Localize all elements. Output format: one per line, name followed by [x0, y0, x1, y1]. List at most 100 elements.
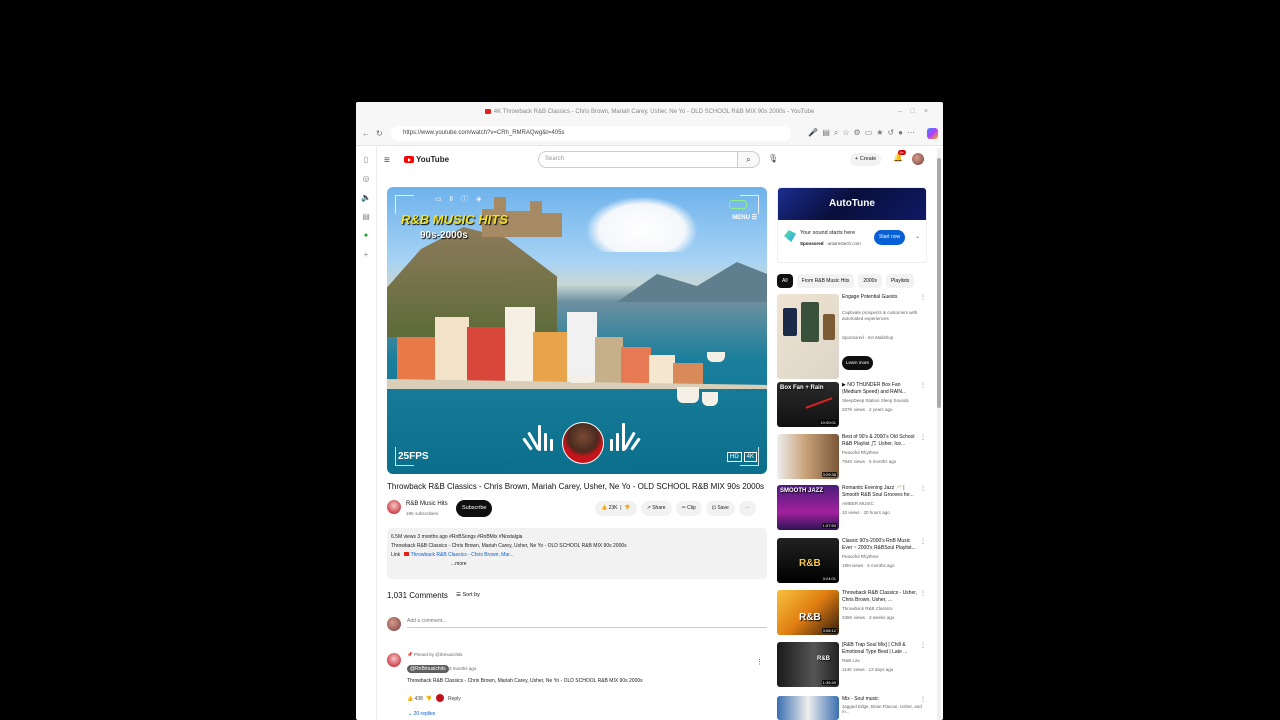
comment-avatar[interactable]: [387, 653, 401, 667]
video-player[interactable]: ▭Ⅱⓘ◈ R&B MUSIC HITS 90s-2000s MENU ☰ 25F…: [387, 187, 767, 474]
collections-icon[interactable]: ▤: [356, 212, 376, 221]
ad-banner[interactable]: AutoTune: [778, 188, 926, 220]
like-button[interactable]: 👍 23K | 👎: [595, 501, 637, 516]
dislike-icon[interactable]: 👎: [624, 505, 630, 511]
description-link[interactable]: Throwback R&B Classics - Chris Brown, Ma…: [411, 552, 514, 558]
rec-title[interactable]: Romantic Evening Jazz 🥂 | Smooth R&B Sou…: [842, 485, 920, 499]
rec-more-icon[interactable]: ⋮: [920, 696, 926, 703]
scrollbar[interactable]: [937, 148, 941, 720]
info-icon[interactable]: ⓘ: [461, 196, 476, 203]
pause-icon[interactable]: Ⅱ: [450, 196, 461, 203]
rec-thumbnail[interactable]: R&B 3:24:01: [777, 538, 839, 583]
chip-all[interactable]: All: [777, 274, 793, 288]
favorite-icon[interactable]: ☆: [842, 128, 853, 137]
sponsored-thumbnail[interactable]: [777, 294, 839, 379]
rec-title[interactable]: Best of 90's & 2000's Old School R&B Pla…: [842, 434, 920, 448]
rec-channel[interactable]: SleepDeep Station Sleep Sounds: [842, 398, 909, 403]
rec-more-icon[interactable]: ⋮: [920, 538, 926, 545]
frame-icon[interactable]: ▭: [435, 196, 450, 203]
read-aloud-icon[interactable]: 🎤: [808, 128, 822, 137]
clip-button[interactable]: ✂ Clip: [675, 501, 702, 516]
split-icon[interactable]: ▭: [865, 128, 877, 137]
tools-icon[interactable]: ✦: [356, 231, 376, 240]
ad-chevron-icon[interactable]: ⌄: [915, 233, 920, 240]
rec-thumbnail[interactable]: R&B 1:39:49: [777, 642, 839, 687]
comment-more-icon[interactable]: ⋮: [756, 658, 763, 666]
list-item[interactable]: 3:29:38 Best of 90's & 2000's Old School…: [777, 434, 927, 480]
rec-channel[interactable]: Jagged Edge, Brian Flavour, Usher, and m…: [842, 704, 927, 714]
url-field[interactable]: https://www.youtube.com/watch?v=CRh_RMRA…: [391, 126, 791, 141]
search-input[interactable]: Search: [538, 151, 738, 168]
rec-channel[interactable]: Peaceful Rhythms: [842, 450, 879, 455]
more-link[interactable]: ...more: [451, 561, 467, 567]
chip-playlists[interactable]: Playlists: [885, 274, 915, 288]
back-icon[interactable]: ←: [362, 129, 376, 138]
list-item[interactable]: R&B 1:39:49 [R&B Trap Soul Mix] | Chill …: [777, 642, 927, 688]
close-icon[interactable]: ×: [924, 108, 937, 115]
menu-toggle-icon[interactable]: [729, 200, 747, 209]
rec-title[interactable]: Classic 90's-2000's RnB Music Ever ~ 200…: [842, 538, 920, 552]
extensions-icon[interactable]: ⚙: [854, 128, 865, 137]
menu-icon[interactable]: ≡: [384, 155, 390, 166]
rec-title[interactable]: Throwback R&B Classics - Usher, Chris Br…: [842, 590, 920, 604]
rec-thumbnail[interactable]: [777, 696, 839, 720]
scrollbar-thumb[interactable]: [937, 158, 941, 408]
reader-icon[interactable]: ▤: [822, 128, 834, 137]
sort-button[interactable]: ☰ Sort by: [456, 592, 480, 598]
save-button[interactable]: ⊡ Save: [705, 501, 735, 516]
rec-more-icon[interactable]: ⋮: [920, 382, 926, 389]
youtube-logo[interactable]: YouTube: [404, 155, 449, 164]
ad-card[interactable]: AutoTune Your sound starts here Sponsore…: [777, 187, 927, 263]
rec-more-icon[interactable]: ⋮: [920, 294, 926, 301]
rec-title[interactable]: ▶ NO THUNDER Box Fan (Medium Speed) and …: [842, 382, 920, 396]
subscribe-button[interactable]: Subscribe: [456, 500, 493, 517]
refresh-icon[interactable]: ↻: [376, 129, 389, 138]
rec-title[interactable]: [R&B Trap Soul Mix] | Chill & Emotional …: [842, 642, 920, 656]
chip-2000s[interactable]: 2000s: [858, 274, 882, 288]
rec-title[interactable]: Engage Potential Guests: [842, 294, 920, 301]
more-icon[interactable]: ⋯: [907, 128, 919, 137]
channel-avatar[interactable]: [387, 500, 401, 514]
list-item[interactable]: Mix - Soul music Jagged Edge, Brian Flav…: [777, 696, 927, 720]
ad-cta-button[interactable]: Start now: [874, 230, 906, 245]
list-item[interactable]: SMOOTH JAZZ 1:57:50 Romantic Evening Jaz…: [777, 485, 927, 531]
menu-label[interactable]: MENU ☰: [732, 214, 757, 221]
rec-more-icon[interactable]: ⋮: [920, 434, 926, 441]
description-box[interactable]: 6.5M views 3 months ago #RnBSongs #RnBMi…: [387, 528, 767, 579]
add-comment-input[interactable]: Add a comment...: [407, 618, 767, 628]
tabs-icon[interactable]: ▯: [356, 155, 376, 164]
maximize-icon[interactable]: □: [911, 108, 924, 115]
add-icon[interactable]: +: [356, 250, 376, 259]
list-item[interactable]: R&B 3:24:01 Classic 90's-2000's RnB Musi…: [777, 538, 927, 584]
rec-more-icon[interactable]: ⋮: [920, 485, 926, 492]
share-button[interactable]: ↗ Share: [640, 501, 672, 516]
comment-dislike-icon[interactable]: 👎: [426, 696, 432, 702]
copilot-icon[interactable]: [927, 128, 938, 139]
rec-channel[interactable]: R&B Lav: [842, 658, 860, 663]
avatar[interactable]: [912, 153, 924, 165]
minimize-icon[interactable]: –: [898, 108, 911, 115]
rec-channel[interactable]: Peaceful Rhythms: [842, 554, 879, 559]
comment-like-icon[interactable]: 👍: [407, 696, 413, 702]
rec-thumbnail[interactable]: SMOOTH JAZZ 1:57:50: [777, 485, 839, 530]
more-actions-icon[interactable]: ⋯: [738, 501, 756, 516]
favorites-icon[interactable]: ★: [876, 128, 887, 137]
comment-author[interactable]: @RnBmusichits: [407, 665, 449, 673]
learn-more-button[interactable]: Learn more: [842, 356, 874, 370]
mic-icon[interactable]: 🎙: [768, 154, 778, 163]
list-item[interactable]: R&B 3:08:12 Throwback R&B Classics - Ush…: [777, 590, 927, 636]
rec-thumbnail[interactable]: R&B 3:08:12: [777, 590, 839, 635]
cc-icon[interactable]: ◈: [476, 196, 489, 203]
rec-channel[interactable]: AMBER MUSIC: [842, 501, 874, 506]
rec-thumbnail[interactable]: 3:29:38: [777, 434, 839, 479]
search-sidebar-icon[interactable]: ◎: [356, 174, 376, 183]
sponsored-item[interactable]: Engage Potential Guests Captivate prospe…: [777, 294, 927, 379]
history-icon[interactable]: ↺: [887, 128, 898, 137]
rec-thumbnail[interactable]: Box Fan + Rain 10:00:01: [777, 382, 839, 427]
create-button[interactable]: + Create: [850, 153, 882, 166]
profile-icon[interactable]: ●: [898, 128, 907, 137]
rec-title[interactable]: Mix - Soul music: [842, 696, 920, 703]
rec-channel[interactable]: Throwback R&B Classics: [842, 606, 893, 611]
reply-button[interactable]: Reply: [448, 696, 461, 702]
chip-channel[interactable]: From R&B Music Hits: [796, 274, 855, 288]
